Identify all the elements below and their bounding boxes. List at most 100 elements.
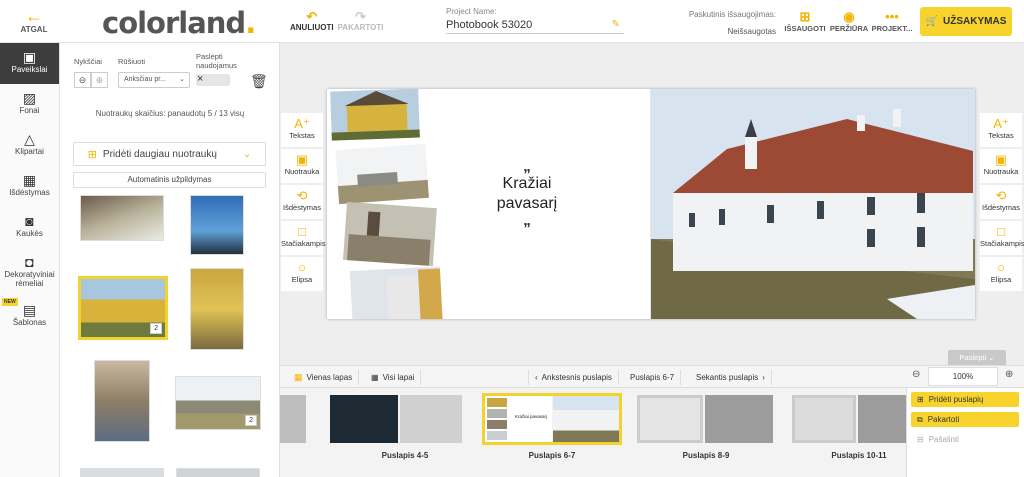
- pattern-icon: ▨: [22, 90, 37, 106]
- undo-button[interactable]: ↶ ANULIUOTI: [290, 10, 334, 32]
- order-button[interactable]: 🛒 UŽSAKYMAS: [920, 7, 1012, 36]
- colorland-logo: colorland.: [102, 6, 256, 40]
- current-page-label: Puslapis 6-7: [624, 370, 682, 385]
- filmstrip-page-thumb[interactable]: [637, 395, 703, 443]
- sidebar-item-sablonas[interactable]: NEW ▤ Šablonas: [0, 296, 59, 337]
- zoom-out-thumbs-icon[interactable]: ⊖: [74, 72, 91, 88]
- sort-select[interactable]: Anksčiau pr... ⌄: [118, 72, 190, 88]
- add-photo-tool[interactable]: ▣ Nuotrauka: [281, 149, 323, 183]
- filmstrip-page-thumb[interactable]: [400, 395, 462, 443]
- layout-tool[interactable]: ⟲ Išdėstymas: [281, 185, 323, 219]
- delete-page-button[interactable]: ⊟ Pašalinti: [911, 432, 1019, 447]
- chevron-down-icon: ⌄: [179, 76, 185, 83]
- project-name-label: Project Name:: [446, 7, 497, 16]
- single-page-view-button[interactable]: ▦ Vienas lapas: [288, 370, 360, 385]
- usage-count-badge: 2: [245, 415, 257, 426]
- grid-all-icon: ▦: [371, 373, 379, 382]
- photo-thumbnail[interactable]: [190, 268, 244, 350]
- prev-page-button[interactable]: ‹ Ankstesnis puslapis: [528, 370, 619, 385]
- manor-photo: [651, 89, 975, 319]
- photo-thumbnail[interactable]: [80, 468, 164, 477]
- remove-page-icon: ⊟: [917, 435, 924, 444]
- redo-icon: ↷: [355, 9, 366, 24]
- add-photo-icon: ⊞: [87, 148, 97, 161]
- filmstrip-label: Puslapis 8-9: [682, 451, 730, 460]
- undo-icon: ↶: [306, 9, 318, 24]
- photo-thumbnail[interactable]: [190, 195, 244, 255]
- zoom-in-thumbs-icon[interactable]: ⊕: [91, 72, 108, 88]
- photo-thumbnail[interactable]: [80, 195, 164, 241]
- filmstrip-selected-spread[interactable]: Kražiai pavasarį: [482, 393, 622, 445]
- filmstrip-page-thumb[interactable]: [280, 395, 306, 443]
- photo-thumbnail[interactable]: [176, 468, 260, 477]
- add-more-photos-button[interactable]: ⊞ Pridėti daugiau nuotraukų ⌄: [73, 142, 266, 166]
- hide-filmstrip-button[interactable]: Paslėpti ⌄: [948, 350, 1006, 365]
- spread-quote-text[interactable]: „ Kražiai pavasarį „: [486, 159, 568, 228]
- collage-photo: [343, 201, 437, 267]
- collage-photo: [335, 143, 429, 205]
- filmstrip-label: Puslapis 4-5: [381, 451, 429, 460]
- chevron-left-icon: ‹: [535, 373, 538, 382]
- image-icon: ▣: [22, 49, 37, 65]
- photobook-spread: [327, 88, 975, 328]
- sidebar-item-klipartai[interactable]: △ Klipartai: [0, 125, 59, 166]
- ellipse-tool[interactable]: ○ Elipsa: [281, 257, 323, 291]
- sidebar-item-fonai[interactable]: ▨ Fonai: [0, 84, 59, 125]
- all-pages-view-button[interactable]: ▦ Visi lapai: [365, 370, 422, 385]
- sidebar-item-dekoratyviniai[interactable]: ◘ Dekoratyviniai rėmeliai: [0, 248, 59, 296]
- photo-thumbnail-selected[interactable]: 2: [78, 276, 168, 340]
- sidebar-item-isdestymas[interactable]: ▦ Išdėstymas: [0, 166, 59, 207]
- right-tools: A⁺ Tekstas ▣ Nuotrauka ⟲ Išdėstymas □ Stačia…: [980, 113, 1024, 293]
- back-button[interactable]: ← ATGAL: [14, 7, 54, 34]
- more-dots-icon: •••: [885, 9, 899, 24]
- save-plus-icon: ⊞: [799, 9, 811, 24]
- layout-tool[interactable]: ⟲ Išdėstymas: [980, 185, 1022, 219]
- add-text-tool[interactable]: A⁺ Tekstas: [980, 113, 1022, 147]
- filmstrip-label: Puslapis 6-7: [528, 451, 576, 460]
- last-saved-info: Paskutinis išsaugojimas: Neišsaugotas: [660, 10, 776, 36]
- thumbnails-control: Nykščiai ⊖ ⊕: [74, 57, 108, 88]
- cart-icon: 🛒: [925, 16, 939, 27]
- project-menu-button[interactable]: ••• PROJEKT...: [870, 9, 914, 34]
- add-text-tool[interactable]: A⁺ Tekstas: [281, 113, 323, 147]
- rectangle-icon: □: [997, 224, 1005, 239]
- ellipse-tool[interactable]: ○ Elipsa: [980, 257, 1022, 291]
- zoom-in-icon[interactable]: ⊕: [1005, 369, 1013, 380]
- add-pages-button[interactable]: ⊞ Pridėti puslapių: [911, 392, 1019, 407]
- sidebar-item-kaukes[interactable]: ◙ Kaukės: [0, 207, 59, 248]
- sidebar-item-paveikslai[interactable]: ▣ Paveikslai: [0, 43, 59, 84]
- zoom-out-icon[interactable]: ⊖: [912, 369, 920, 380]
- filmstrip-page-thumb[interactable]: [792, 395, 856, 443]
- chevron-right-icon: ›: [762, 373, 765, 382]
- filmstrip-page-thumb[interactable]: [330, 395, 398, 443]
- project-name-field[interactable]: Project Name: Photobook 53020 ✎: [446, 7, 624, 34]
- rectangle-tool[interactable]: □ Stačiakampis: [980, 221, 1024, 255]
- add-photo-tool[interactable]: ▣ Nuotrauka: [980, 149, 1022, 183]
- shapes-icon: △: [24, 131, 35, 147]
- pencil-icon[interactable]: ✎: [612, 19, 620, 30]
- filmstrip-page-thumb[interactable]: [705, 395, 773, 443]
- redo-button[interactable]: ↷ PAKARTOTI: [338, 10, 384, 32]
- ellipse-icon: ○: [298, 260, 306, 275]
- mask-icon: ◙: [25, 213, 34, 229]
- photo-thumbnail[interactable]: [94, 360, 150, 442]
- zoom-level[interactable]: 100%: [928, 367, 998, 386]
- left-tools: A⁺ Tekstas ▣ Nuotrauka ⟲ Išdėstymas □ Stačia…: [281, 113, 326, 293]
- rectangle-tool[interactable]: □ Stačiakampis: [281, 221, 326, 255]
- page-actions-menu: ⊞ Pridėti puslapių ⧉ Pakartoti ⊟ Pašalin…: [906, 388, 1024, 477]
- next-page-button[interactable]: Sekantis puslapis ›: [690, 370, 772, 385]
- save-button[interactable]: ⊞ IŠSAUGOTI: [784, 9, 826, 34]
- repeat-page-button[interactable]: ⧉ Pakartoti: [911, 412, 1019, 427]
- hide-used-toggle[interactable]: ×: [196, 73, 230, 86]
- photo-thumbnail[interactable]: 2: [175, 376, 261, 430]
- text-add-icon: A⁺: [294, 116, 310, 131]
- spread-artwork: [330, 88, 975, 328]
- mini-quote-text: Kražiai pavasarį: [514, 414, 547, 419]
- trash-icon[interactable]: 🗑: [250, 73, 268, 90]
- photo-add-icon: ▣: [994, 152, 1008, 167]
- filmstrip-page-thumb[interactable]: [858, 395, 908, 443]
- project-name-value[interactable]: Photobook 53020: [446, 19, 532, 31]
- preview-button[interactable]: ◉ PERŽIŪRA: [828, 10, 870, 34]
- frame-icon: ◘: [25, 254, 34, 270]
- autofill-button[interactable]: Automatinis užpildymas: [73, 172, 266, 188]
